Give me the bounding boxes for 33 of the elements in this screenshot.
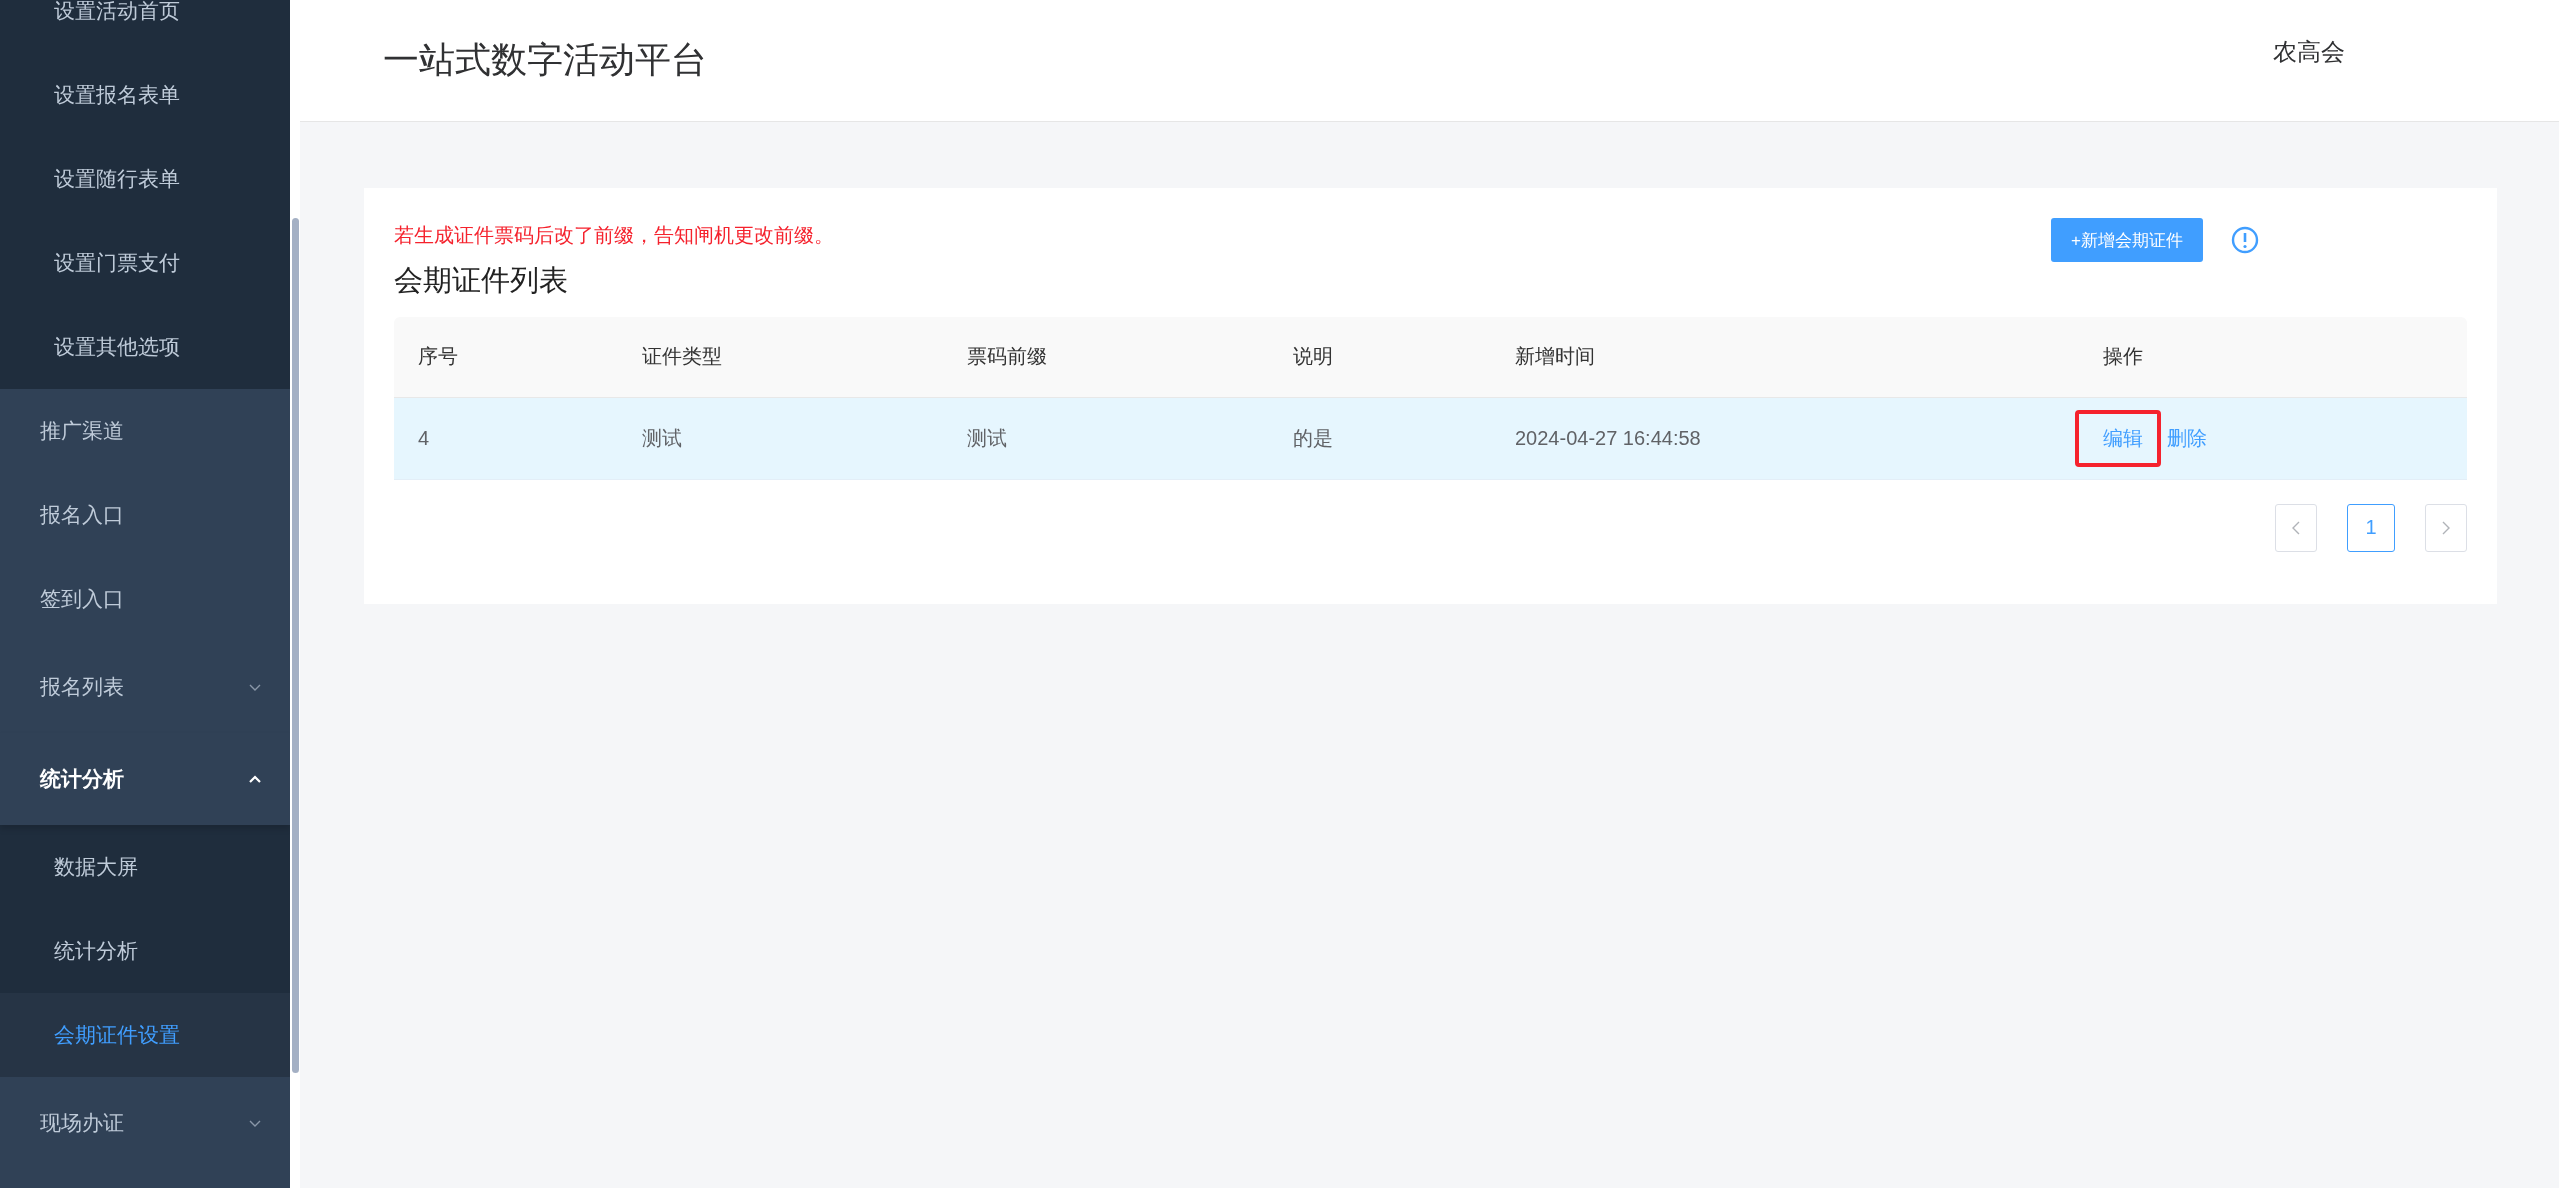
previous-page-button[interactable] — [2275, 503, 2317, 552]
user-name[interactable]: 农高会 — [2273, 36, 2345, 68]
table-cell: 的是 — [1293, 426, 1333, 449]
menu-item[interactable]: 统计分析 — [0, 909, 290, 993]
info-icon[interactable] — [2231, 226, 2259, 254]
app-title: 一站式数字活动平台 — [383, 38, 707, 82]
table-cell: 2024-04-27 16:44:58 — [1515, 426, 1701, 449]
menu-item[interactable]: 设置其他选项 — [0, 305, 290, 389]
menu-item[interactable]: 设置报名表单 — [0, 53, 290, 137]
scrollbar-thumb[interactable] — [292, 218, 299, 1073]
menu-item[interactable]: 会期证件设置 — [0, 993, 290, 1077]
menu-item[interactable]: 设置随行表单 — [0, 137, 290, 221]
warning-notice: 若生成证件票码后改了前缀，告知闸机更改前缀。 — [394, 223, 834, 248]
next-page-button[interactable] — [2425, 503, 2467, 552]
column-header: 说明 — [1293, 345, 1333, 368]
menu-item[interactable]: 设置活动首页 — [0, 0, 290, 53]
chevron-up-icon — [248, 774, 262, 784]
column-header: 序号 — [418, 345, 458, 368]
chevron-right-icon — [2441, 519, 2451, 536]
section-title: 会期证件列表 — [394, 263, 569, 298]
table-cell: 测试 — [642, 426, 682, 449]
column-header: 证件类型 — [642, 345, 722, 368]
column-header: 新增时间 — [1515, 345, 1595, 368]
menu-item[interactable]: 设置门票支付 — [0, 221, 290, 305]
menu-item[interactable]: 数据大屏 — [0, 825, 290, 909]
chevron-down-icon — [248, 682, 262, 692]
column-header: 操作 — [2103, 345, 2143, 368]
menu-group[interactable]: 统计分析 — [0, 733, 290, 825]
chevron-left-icon — [2291, 519, 2301, 536]
table-cell: 4 — [418, 426, 430, 449]
chevron-down-icon — [248, 1118, 262, 1128]
table-cell: 测试 — [967, 426, 1007, 449]
column-header: 票码前缀 — [967, 345, 1047, 368]
